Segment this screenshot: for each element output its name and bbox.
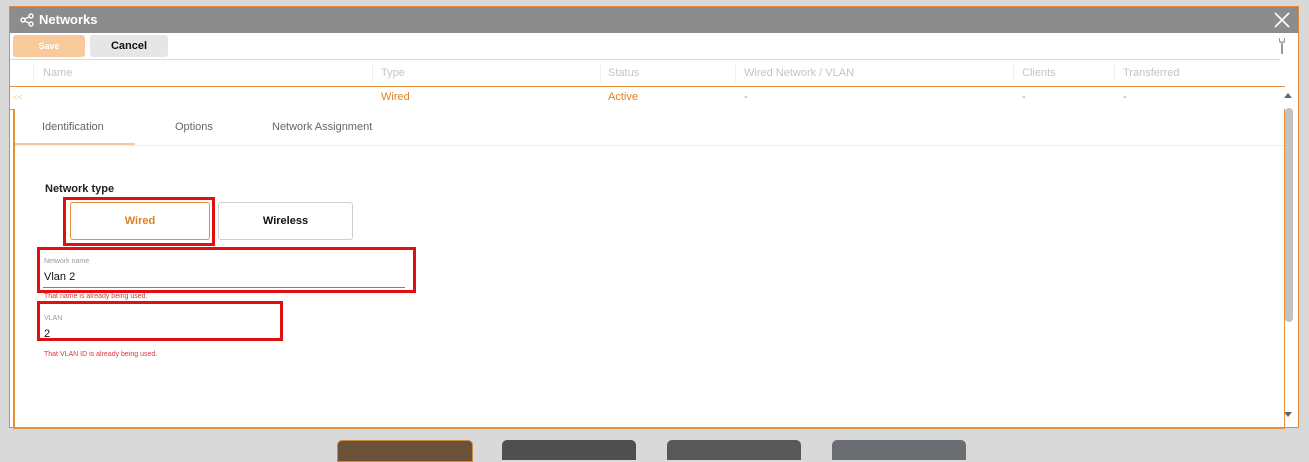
- cell-transferred: -: [1123, 91, 1127, 103]
- column-separator: [735, 64, 736, 82]
- table-row[interactable]: << Wired Active - - -: [10, 86, 1285, 110]
- cell-status: Active: [608, 91, 638, 103]
- column-header-wired-vlan[interactable]: Wired Network / VLAN: [744, 67, 854, 79]
- tab-identification[interactable]: Identification: [42, 121, 104, 133]
- row-collapse-marker[interactable]: <<: [13, 93, 22, 102]
- background-tile: [502, 440, 636, 460]
- column-header-name[interactable]: Name: [43, 67, 72, 79]
- background-tile: [667, 440, 801, 460]
- scroll-up-arrow-icon[interactable]: [1284, 93, 1292, 98]
- network-type-wireless-button[interactable]: Wireless: [218, 202, 353, 240]
- highlight-box-vlan: [37, 301, 283, 341]
- share-nodes-icon: [20, 13, 34, 27]
- cell-clients: -: [1022, 91, 1026, 103]
- tab-options[interactable]: Options: [175, 121, 213, 133]
- column-header-status[interactable]: Status: [608, 67, 639, 79]
- close-icon[interactable]: [1272, 10, 1292, 30]
- dialog-toolbar: Save Cancel: [10, 33, 1298, 61]
- column-separator: [600, 64, 601, 82]
- column-header-clients[interactable]: Clients: [1022, 67, 1056, 79]
- tab-network-assignment[interactable]: Network Assignment: [272, 121, 372, 133]
- background-tile: [832, 440, 966, 460]
- cell-type: Wired: [381, 91, 410, 103]
- column-header-type[interactable]: Type: [381, 67, 405, 79]
- column-separator: [1114, 64, 1115, 82]
- detail-tabs: Identification Options Network Assignmen…: [15, 109, 1284, 146]
- dialog-title: Networks: [39, 12, 98, 27]
- vlan-error: That VLAN ID is already being used.: [44, 351, 158, 358]
- save-button[interactable]: Save: [13, 35, 85, 57]
- cell-wired-vlan: -: [744, 91, 748, 103]
- scroll-down-arrow-icon[interactable]: [1284, 412, 1292, 417]
- toolbar-divider: [10, 59, 1280, 60]
- background-tile: [337, 440, 473, 462]
- network-type-label: Network type: [45, 183, 115, 195]
- highlight-box-network-name: [37, 247, 416, 293]
- highlight-box-wired: [63, 197, 215, 246]
- cancel-button[interactable]: Cancel: [90, 35, 168, 57]
- grid-header: Name Type Status Wired Network / VLAN Cl…: [10, 61, 1298, 85]
- active-tab-indicator: [15, 143, 135, 145]
- network-name-error: That name is already being used.: [44, 293, 148, 300]
- scrollbar-thumb[interactable]: [1285, 108, 1293, 322]
- column-separator: [1013, 64, 1014, 82]
- column-separator: [33, 64, 34, 82]
- column-separator: [372, 64, 373, 82]
- dialog-titlebar: Networks: [10, 7, 1298, 33]
- wrench-icon[interactable]: [1276, 37, 1288, 55]
- column-header-transferred[interactable]: Transferred: [1123, 67, 1179, 79]
